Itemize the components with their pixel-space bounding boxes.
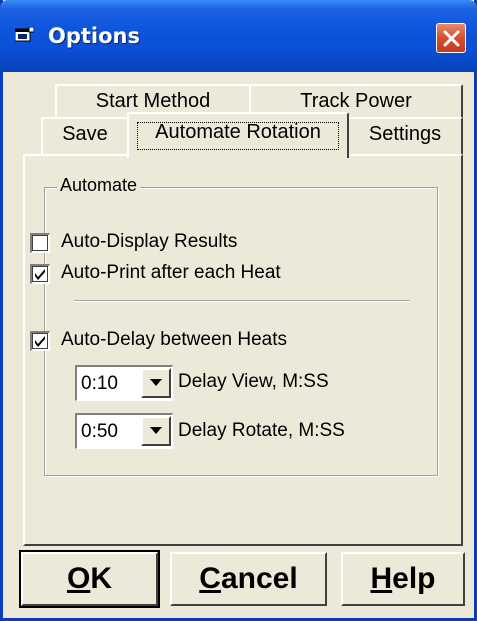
mnemonic: O	[66, 562, 91, 595]
label-rest: K	[90, 562, 112, 595]
checkbox-box[interactable]	[30, 233, 50, 253]
button-label: Cancel	[172, 562, 325, 596]
checkmark-icon	[35, 336, 45, 347]
button-label: OK	[23, 562, 156, 596]
chevron-down-icon	[150, 379, 162, 386]
close-button[interactable]	[436, 23, 466, 53]
tab-label: Automate Rotation	[155, 121, 321, 143]
dropdown-value: 0:50	[81, 421, 118, 442]
tab-automate-rotation[interactable]: Automate Rotation	[127, 112, 349, 158]
dropdown-value: 0:10	[81, 373, 118, 394]
label-rest: elp	[392, 562, 436, 595]
checkbox-label: Auto-Print after each Heat	[61, 262, 281, 283]
group-label: Automate	[57, 175, 141, 196]
delay-rotate-label: Delay Rotate, M:SS	[178, 420, 345, 441]
cancel-button[interactable]: Cancel	[170, 552, 327, 606]
delay-view-dropdown[interactable]: 0:10	[75, 365, 173, 401]
delay-view-label: Delay View, M:SS	[178, 371, 329, 392]
mnemonic: C	[199, 562, 221, 595]
checkbox-label: Auto-Display Results	[61, 231, 238, 252]
options-dialog: Options Start Method Track Power Save Au…	[0, 0, 477, 621]
delay-rotate-dropdown[interactable]: 0:50	[75, 413, 173, 449]
close-icon	[443, 30, 460, 47]
checkmark-icon	[35, 269, 45, 280]
app-icon	[15, 27, 34, 42]
checkbox-box[interactable]	[30, 264, 50, 284]
dropdown-button[interactable]	[141, 416, 171, 446]
separator	[74, 300, 410, 302]
window-title: Options	[48, 24, 140, 48]
ok-button[interactable]: OK	[19, 550, 160, 608]
tab-settings[interactable]: Settings	[347, 117, 463, 157]
checkbox-box[interactable]	[30, 331, 50, 351]
tab-label: Settings	[368, 123, 442, 145]
button-label: Help	[343, 562, 463, 596]
tab-label: Save	[62, 123, 108, 145]
dropdown-button[interactable]	[141, 368, 171, 398]
title-bar[interactable]: Options	[0, 0, 477, 72]
chevron-down-icon	[150, 427, 162, 434]
tab-label: Start Method	[95, 90, 211, 112]
mnemonic: H	[370, 562, 393, 595]
label-rest: ancel	[220, 562, 298, 595]
help-button[interactable]: Help	[341, 552, 465, 606]
tab-label: Track Power	[300, 90, 412, 112]
tab-save[interactable]: Save	[41, 117, 129, 157]
checkbox-label: Auto-Delay between Heats	[61, 329, 288, 350]
